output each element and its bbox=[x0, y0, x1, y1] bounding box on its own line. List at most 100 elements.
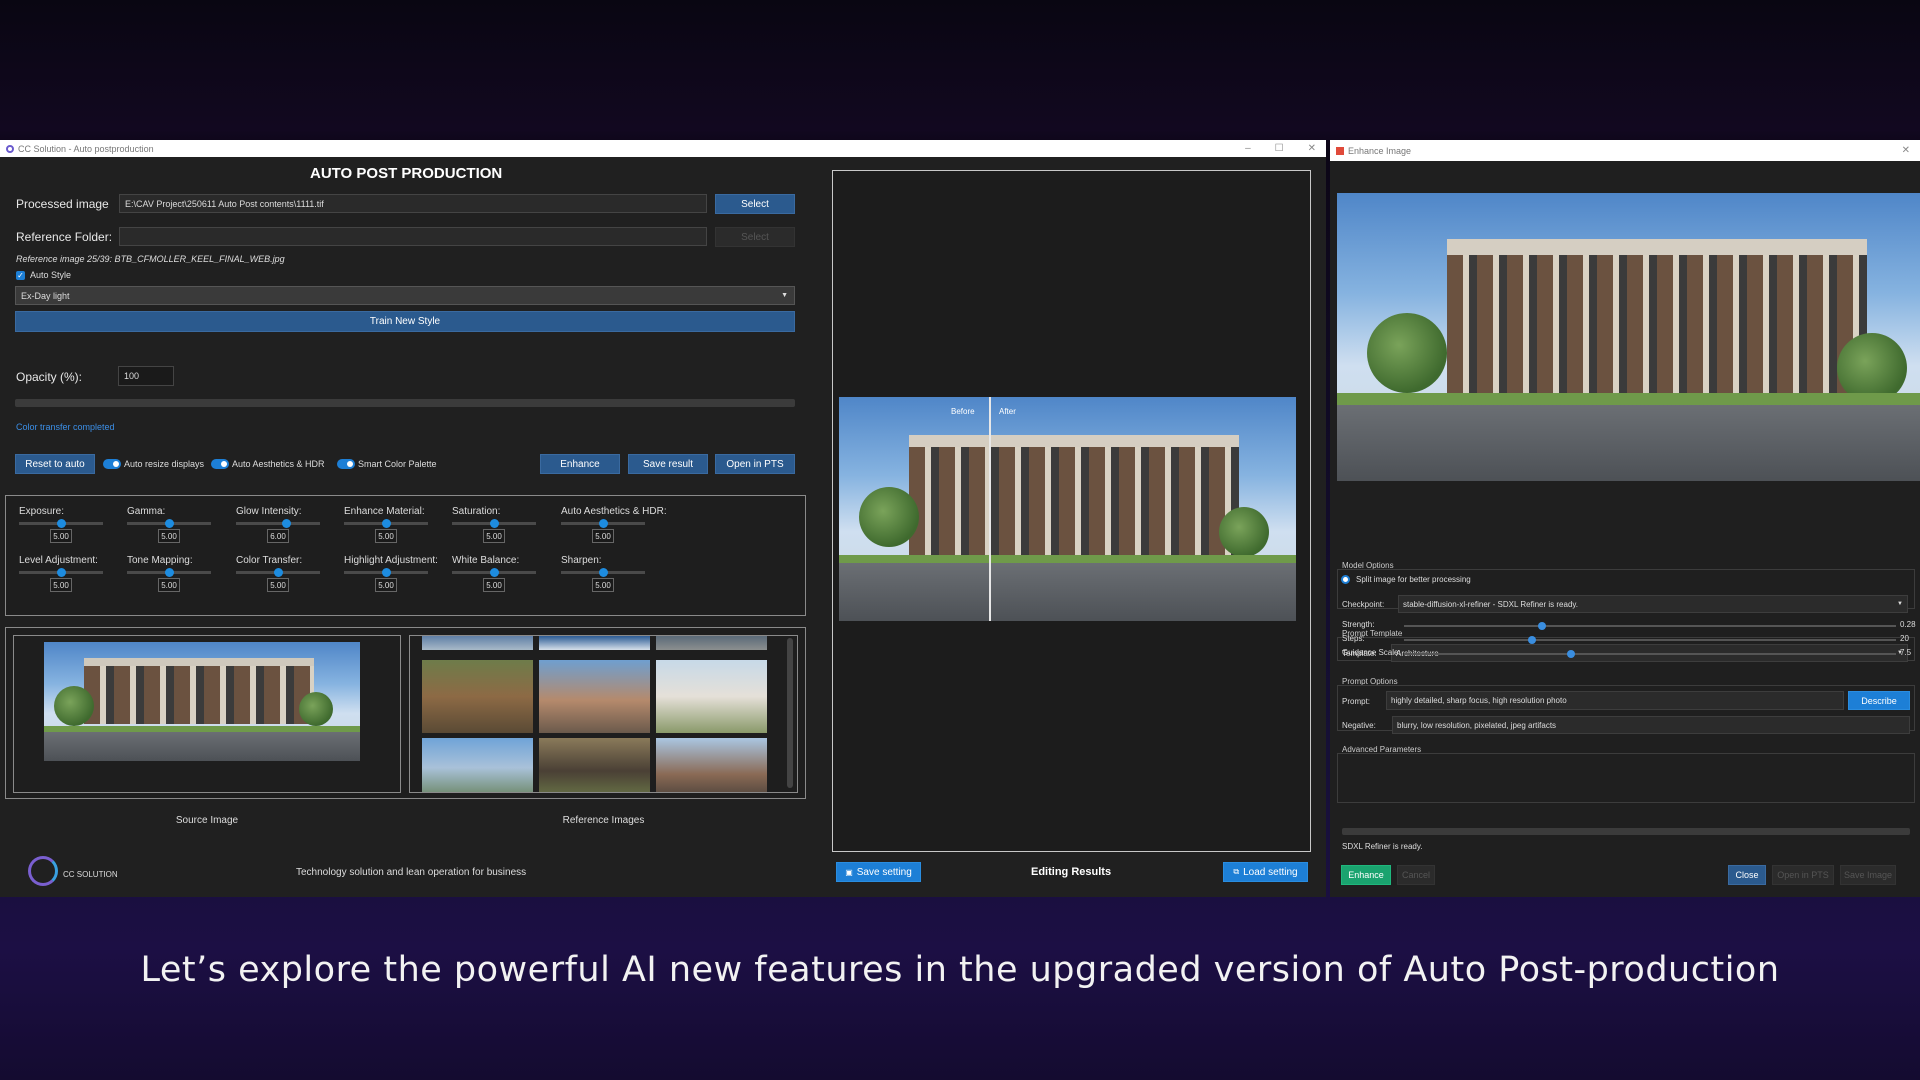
reference-thumbnail[interactable] bbox=[656, 636, 767, 650]
param-slider[interactable] bbox=[1404, 650, 1896, 658]
enhance-close-icon[interactable]: ✕ bbox=[1902, 145, 1910, 156]
reference-thumbnail[interactable] bbox=[539, 660, 650, 733]
slider-thumb[interactable] bbox=[489, 519, 499, 528]
slider-value[interactable]: 5.00 bbox=[50, 529, 72, 543]
app-logo-icon bbox=[6, 144, 14, 153]
save-result-button[interactable]: Save result bbox=[628, 454, 708, 474]
slider-thumb[interactable] bbox=[281, 519, 291, 528]
cancel-button[interactable]: Cancel bbox=[1397, 865, 1435, 885]
processed-image-field[interactable]: E:\CAV Project\250611 Auto Post contents… bbox=[119, 194, 707, 213]
slider-thumb[interactable] bbox=[598, 568, 608, 577]
slider-thumb[interactable] bbox=[273, 568, 283, 577]
open-in-pts-button[interactable]: Open in PTS bbox=[715, 454, 795, 474]
opacity-input[interactable]: 100 bbox=[118, 366, 174, 386]
slider-value[interactable]: 5.00 bbox=[483, 529, 505, 543]
slider-label: Exposure: bbox=[19, 506, 65, 517]
auto-resize-label: Auto resize displays bbox=[124, 459, 205, 469]
advanced-parameters-group bbox=[1337, 753, 1915, 803]
prompt-field[interactable]: highly detailed, sharp focus, high resol… bbox=[1386, 691, 1844, 710]
slider-track[interactable] bbox=[452, 519, 536, 528]
train-new-style-button[interactable]: Train New Style bbox=[15, 311, 795, 332]
checkpoint-dropdown[interactable]: stable-diffusion-xl-refiner - SDXL Refin… bbox=[1398, 595, 1908, 613]
save-setting-button[interactable]: ▣ Save setting bbox=[836, 862, 921, 882]
smart-color-toggle[interactable] bbox=[337, 459, 355, 469]
maximize-icon[interactable]: ☐ bbox=[1275, 143, 1284, 154]
reference-thumbnail[interactable] bbox=[656, 738, 767, 792]
slider-value[interactable]: 5.00 bbox=[375, 529, 397, 543]
reset-to-auto-button[interactable]: Reset to auto bbox=[15, 454, 95, 474]
slider-label: Auto Aesthetics & HDR: bbox=[561, 506, 667, 517]
param-slider[interactable] bbox=[1404, 636, 1896, 644]
reference-image-info: Reference image 25/39: BTB_CFMOLLER_KEEL… bbox=[16, 254, 285, 264]
enhance-progress-bar bbox=[1342, 828, 1910, 835]
compare-divider[interactable] bbox=[989, 397, 991, 621]
slider-track[interactable] bbox=[19, 568, 103, 577]
slider-track[interactable] bbox=[452, 568, 536, 577]
slider-value[interactable]: 6.00 bbox=[267, 529, 289, 543]
slider-track[interactable] bbox=[344, 519, 428, 528]
slider-thumb[interactable] bbox=[381, 568, 391, 577]
reference-thumbnail[interactable] bbox=[422, 636, 533, 650]
close-button[interactable]: Close bbox=[1728, 865, 1766, 885]
select-processed-button[interactable]: Select bbox=[715, 194, 795, 214]
param-value: 20 bbox=[1900, 634, 1909, 643]
enhance-run-button[interactable]: Enhance bbox=[1341, 865, 1391, 885]
reference-thumbnail[interactable] bbox=[539, 636, 650, 650]
slider-thumb[interactable] bbox=[56, 568, 66, 577]
slider-value[interactable]: 5.00 bbox=[158, 529, 180, 543]
slider-thumb[interactable] bbox=[56, 519, 66, 528]
param-slider-thumb[interactable] bbox=[1537, 622, 1546, 630]
slider-track[interactable] bbox=[344, 568, 428, 577]
auto-resize-toggle[interactable] bbox=[103, 459, 121, 469]
status-text: Color transfer completed bbox=[16, 422, 115, 432]
slider-value[interactable]: 5.00 bbox=[375, 578, 397, 592]
source-caption: Source Image bbox=[175, 815, 239, 826]
negative-field[interactable]: blurry, low resolution, pixelated, jpeg … bbox=[1392, 716, 1910, 734]
prompt-label: Prompt: bbox=[1342, 697, 1371, 706]
slider-thumb[interactable] bbox=[164, 568, 174, 577]
reference-thumbnail[interactable] bbox=[422, 660, 533, 733]
save-image-button[interactable]: Save Image bbox=[1840, 865, 1896, 885]
enhance-window: Model Options Split image for better pro… bbox=[1330, 161, 1920, 897]
minimize-icon[interactable]: – bbox=[1245, 143, 1251, 154]
slider-label: Color Transfer: bbox=[236, 555, 303, 566]
slider-value[interactable]: 5.00 bbox=[50, 578, 72, 592]
slider-thumb[interactable] bbox=[489, 568, 499, 577]
slider-value[interactable]: 5.00 bbox=[267, 578, 289, 592]
slider-track[interactable] bbox=[127, 519, 211, 528]
slider-thumb[interactable] bbox=[164, 519, 174, 528]
reference-thumbnail[interactable] bbox=[539, 738, 650, 792]
load-setting-button[interactable]: ⧉ Load setting bbox=[1223, 862, 1308, 882]
split-image-radio[interactable] bbox=[1341, 575, 1350, 584]
slider-track[interactable] bbox=[19, 519, 103, 528]
style-dropdown[interactable]: Ex-Day light ▼ bbox=[15, 286, 795, 305]
slider-value[interactable]: 5.00 bbox=[592, 578, 614, 592]
reference-folder-field[interactable] bbox=[119, 227, 707, 246]
auto-style-checkbox[interactable]: ✓ bbox=[16, 271, 25, 280]
slider-value[interactable]: 5.00 bbox=[592, 529, 614, 543]
describe-button[interactable]: Describe bbox=[1848, 691, 1910, 710]
auto-aesthetics-toggle[interactable] bbox=[211, 459, 229, 469]
close-icon[interactable]: ✕ bbox=[1308, 143, 1316, 154]
reference-scrollbar[interactable] bbox=[787, 638, 793, 788]
split-image-label: Split image for better processing bbox=[1356, 575, 1471, 584]
slider-track[interactable] bbox=[561, 519, 645, 528]
slider-thumb[interactable] bbox=[381, 519, 391, 528]
param-slider-thumb[interactable] bbox=[1527, 636, 1536, 644]
param-slider[interactable] bbox=[1404, 622, 1896, 630]
select-reference-button[interactable]: Select bbox=[715, 227, 795, 247]
slider-value[interactable]: 5.00 bbox=[158, 578, 180, 592]
slider-track[interactable] bbox=[561, 568, 645, 577]
slider-track[interactable] bbox=[127, 568, 211, 577]
reference-thumbnail[interactable] bbox=[656, 660, 767, 733]
enhance-button[interactable]: Enhance bbox=[540, 454, 620, 474]
slider-value[interactable]: 5.00 bbox=[483, 578, 505, 592]
reference-thumbnail[interactable] bbox=[422, 738, 533, 792]
slider-thumb[interactable] bbox=[598, 519, 608, 528]
enhance-app-icon bbox=[1336, 146, 1344, 155]
slider-label: Tone Mapping: bbox=[127, 555, 193, 566]
enhance-open-pts-button[interactable]: Open in PTS bbox=[1772, 865, 1834, 885]
slider-track[interactable] bbox=[236, 519, 320, 528]
slider-track[interactable] bbox=[236, 568, 320, 577]
enhance-window-title: Enhance Image bbox=[1348, 145, 1412, 156]
